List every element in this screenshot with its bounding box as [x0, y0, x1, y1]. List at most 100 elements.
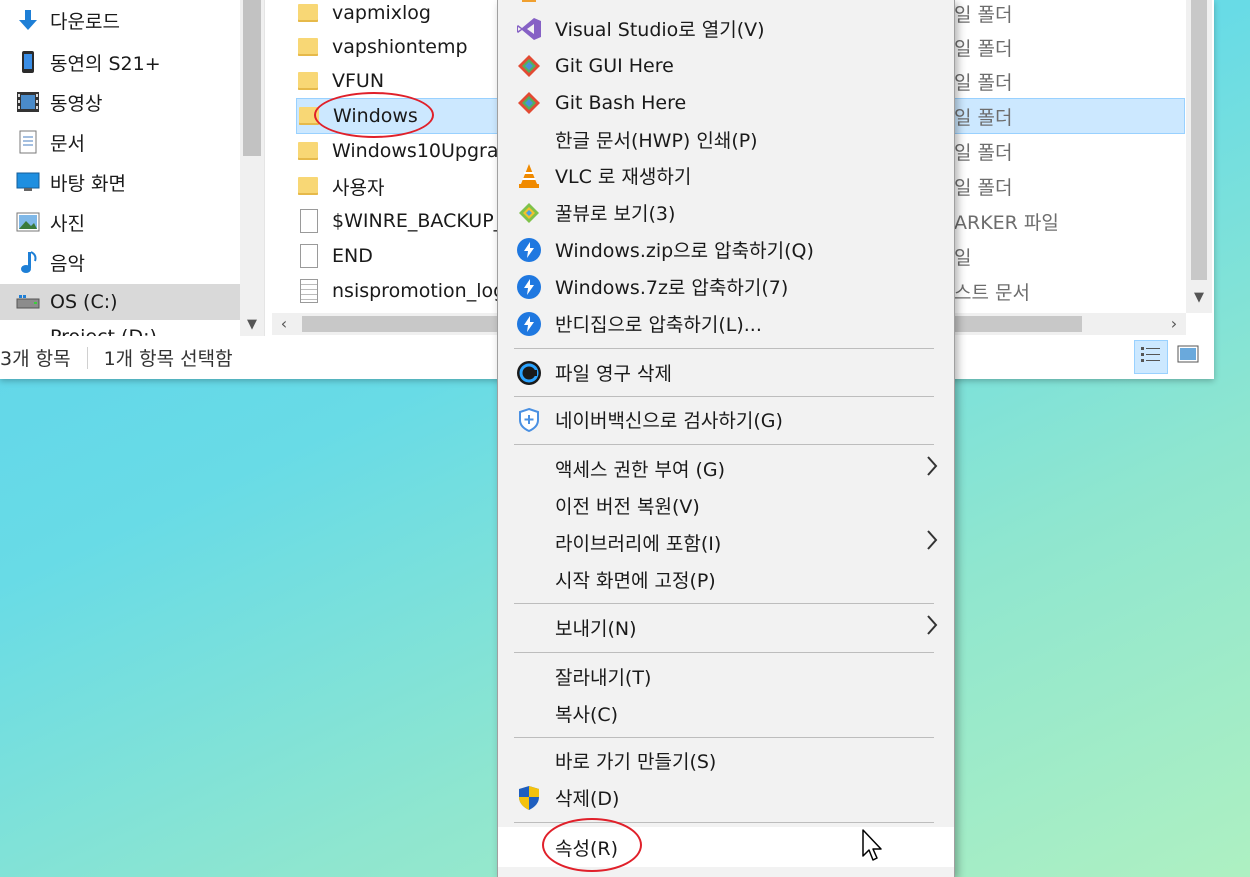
highlight-oval-windows	[314, 92, 434, 138]
git-bash-icon	[515, 89, 543, 117]
nav-item-desktop[interactable]: 바탕 화면	[0, 164, 240, 200]
menu-item-restore-version[interactable]: 이전 버전 복원(V)	[498, 487, 954, 524]
menu-item-send-to[interactable]: 보내기(N)	[498, 609, 954, 646]
file-row[interactable]: Windows10Upgra	[298, 134, 498, 168]
scrollbar-thumb[interactable]	[243, 0, 261, 156]
nav-label: 문서	[50, 132, 85, 155]
uac-shield-icon	[515, 784, 543, 812]
file-type: 스트 문서	[954, 281, 1030, 304]
file-type: 일 폴더	[954, 98, 1185, 134]
list-vertical-scrollbar[interactable]: ▼	[1186, 0, 1212, 313]
menu-item-copy[interactable]: 복사(C)	[498, 695, 954, 732]
menu-item-grant-access[interactable]: 액세스 권한 부여 (G)	[498, 450, 954, 487]
scroll-down-icon[interactable]: ▼	[240, 317, 264, 332]
scroll-right-icon[interactable]: ›	[1162, 313, 1186, 335]
file-row[interactable]: 사용자	[298, 169, 384, 203]
nav-label: 동연의 S21+	[50, 52, 161, 75]
folder-icon	[298, 35, 320, 59]
menu-item-label: Git GUI Here	[555, 54, 674, 77]
vlc-cone-icon	[515, 162, 543, 190]
file-row[interactable]: vapmixlog	[298, 0, 431, 30]
menu-item-label: 액세스 권한 부여 (G)	[555, 459, 726, 481]
mouse-pointer-icon	[862, 829, 884, 868]
menu-item-git-gui[interactable]: Git GUI Here	[498, 47, 954, 84]
visual-studio-icon	[515, 15, 543, 43]
nav-item-music[interactable]: 음악	[0, 244, 240, 280]
menu-item-7z[interactable]: Windows.7z로 압축하기(7)	[498, 268, 954, 305]
menu-separator	[514, 737, 934, 738]
menu-item-label: 라이브러리에 포함(I)	[555, 533, 722, 555]
file-row[interactable]: END	[298, 239, 373, 273]
folder-icon	[298, 174, 320, 198]
phone-icon	[16, 50, 40, 74]
nav-item-videos[interactable]: 동영상	[0, 84, 240, 120]
ccleaner-icon	[515, 359, 543, 387]
nav-item-project-drive[interactable]: Project (D:)	[0, 322, 240, 336]
nav-vertical-scrollbar[interactable]: ▼	[240, 0, 264, 336]
document-icon	[16, 130, 40, 154]
context-menu: Visual Studio로 열기(V) Git GUI Here Git Ba…	[497, 0, 955, 877]
file-name: vapshiontemp	[332, 36, 468, 58]
menu-item-hwp-print[interactable]: 한글 문서(HWP) 인쇄(P)	[498, 121, 954, 158]
bandizip-icon	[515, 310, 543, 338]
large-icons-view-button[interactable]	[1172, 340, 1204, 372]
menu-item-label: Windows.zip으로 압축하기(Q)	[555, 240, 814, 262]
video-icon	[16, 90, 40, 114]
app-icon	[515, 0, 543, 2]
file-name: vapmixlog	[332, 2, 431, 24]
desktop-icon	[16, 170, 40, 194]
folder-icon	[298, 139, 320, 163]
menu-separator	[514, 396, 934, 397]
menu-item-label: 꿀뷰로 보기(3)	[555, 203, 676, 225]
menu-item-honeyview[interactable]: 꿀뷰로 보기(3)	[498, 194, 954, 231]
nav-label: 음악	[50, 252, 85, 275]
status-divider	[86, 346, 88, 369]
scroll-left-icon[interactable]: ‹	[272, 313, 296, 335]
file-row[interactable]: nsispromotion_log	[298, 274, 505, 308]
menu-item-vlc[interactable]: VLC 로 재생하기	[498, 157, 954, 194]
highlight-oval-properties	[542, 818, 642, 872]
nav-item-phone[interactable]: 동연의 S21+	[0, 44, 240, 80]
menu-item-pin-start[interactable]: 시작 화면에 고정(P)	[498, 561, 954, 598]
bandizip-icon	[515, 236, 543, 264]
nav-label: 사진	[50, 212, 85, 235]
menu-item-include-library[interactable]: 라이브러리에 포함(I)	[498, 524, 954, 561]
nav-item-os-drive[interactable]: OS (C:)	[0, 284, 240, 320]
scroll-down-icon[interactable]: ▼	[1186, 290, 1212, 305]
menu-item-cut-top[interactable]	[498, 0, 954, 2]
menu-item-visual-studio[interactable]: Visual Studio로 열기(V)	[498, 10, 954, 47]
menu-item-git-bash[interactable]: Git Bash Here	[498, 84, 954, 121]
file-name: END	[332, 245, 373, 267]
menu-item-cut[interactable]: 잘라내기(T)	[498, 658, 954, 695]
nav-item-pictures[interactable]: 사진	[0, 204, 240, 240]
menu-item-permanent-delete[interactable]: 파일 영구 삭제	[498, 354, 954, 391]
nav-item-downloads[interactable]: 다운로드	[0, 2, 240, 38]
file-row[interactable]: $WINRE_BACKUP_	[298, 204, 503, 238]
menu-item-label: 이전 버전 복원(V)	[555, 496, 700, 518]
file-type: 일 폴더	[954, 37, 1013, 60]
file-name: Windows10Upgra	[332, 140, 499, 162]
nav-label: 다운로드	[50, 10, 120, 33]
menu-item-label: Visual Studio로 열기(V)	[555, 19, 765, 41]
menu-item-label: 네이버백신으로 검사하기(G)	[555, 410, 783, 432]
menu-item-delete[interactable]: 삭제(D)	[498, 779, 954, 816]
menu-separator	[514, 652, 934, 653]
details-view-button[interactable]	[1134, 340, 1168, 374]
file-row[interactable]: vapshiontemp	[298, 30, 468, 64]
file-name: VFUN	[332, 70, 385, 92]
menu-item-zip[interactable]: Windows.zip으로 압축하기(Q)	[498, 231, 954, 268]
menu-item-create-shortcut[interactable]: 바로 가기 만들기(S)	[498, 742, 954, 779]
folder-icon	[298, 69, 320, 93]
menu-item-naver-vaccine[interactable]: 네이버백신으로 검사하기(G)	[498, 401, 954, 438]
file-type: 일 폴더	[954, 71, 1013, 94]
submenu-chevron-icon	[926, 529, 938, 557]
menu-item-label: 시작 화면에 고정(P)	[555, 570, 716, 592]
menu-item-label: 복사(C)	[555, 704, 619, 726]
scrollbar-thumb[interactable]	[1191, 0, 1207, 280]
git-gui-icon	[515, 52, 543, 80]
nav-label: 동영상	[50, 92, 103, 115]
music-icon	[16, 250, 40, 274]
file-type: 일 폴더	[954, 141, 1013, 164]
menu-item-bandizip[interactable]: 반디집으로 압축하기(L)...	[498, 305, 954, 342]
nav-item-documents[interactable]: 문서	[0, 124, 240, 160]
